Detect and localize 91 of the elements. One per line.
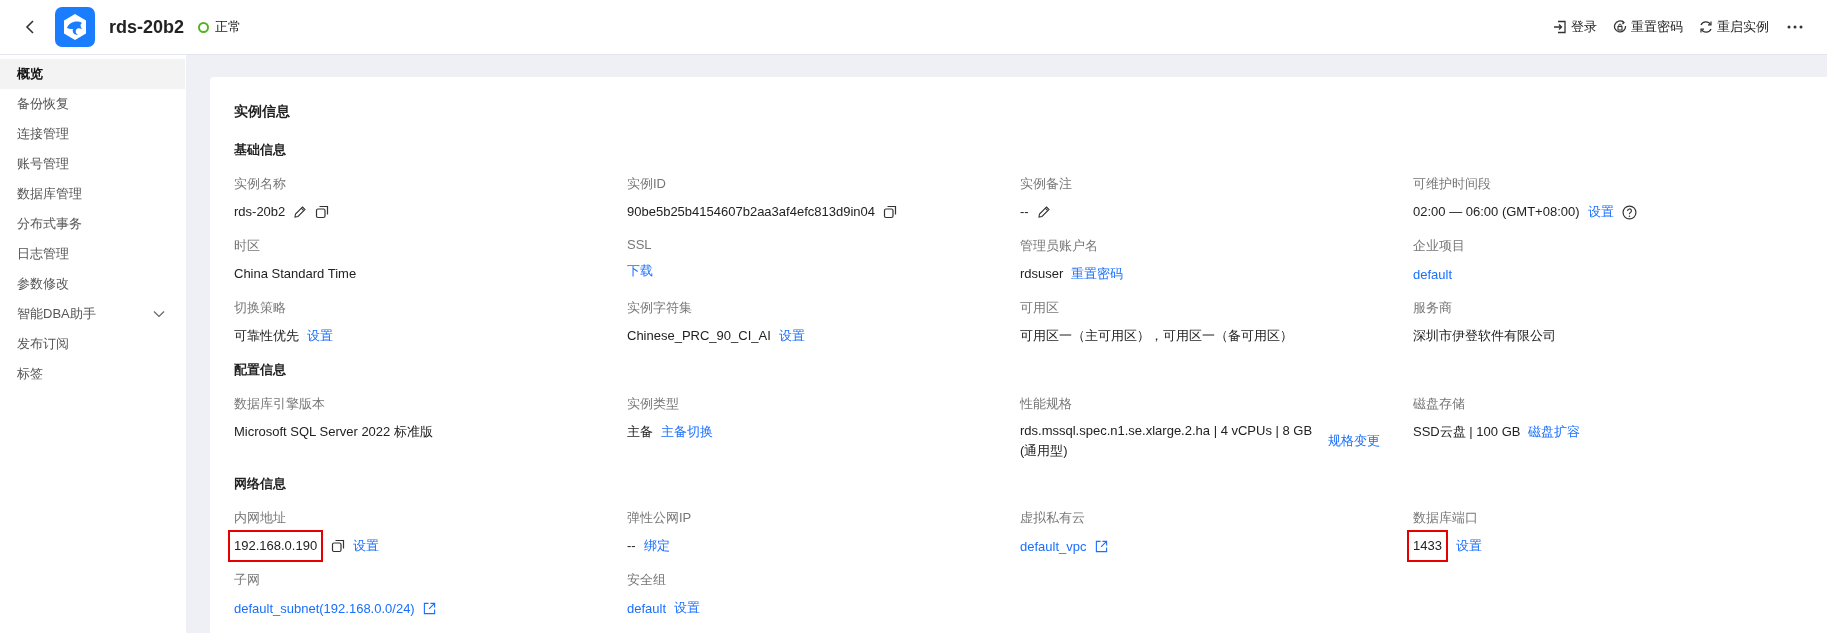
link[interactable]: 主备切换: [661, 423, 713, 441]
field-label: 磁盘存储: [1413, 395, 1466, 413]
field-label: 实例名称: [234, 175, 287, 193]
status-icon: [198, 21, 210, 33]
instance-title: rds-20b2: [109, 16, 185, 38]
field-value: Microsoft SQL Server 2022 标准版: [234, 423, 433, 441]
link[interactable]: 设置: [1455, 537, 1482, 555]
field-label: 实例字符集: [627, 299, 693, 317]
copy-icon[interactable]: [883, 205, 897, 219]
header-action-button[interactable]: 重启实例: [1699, 16, 1769, 38]
link[interactable]: 规格变更: [1328, 432, 1380, 450]
external-link-icon[interactable]: [1094, 539, 1108, 553]
field-label: 时区: [234, 237, 261, 255]
copy-icon[interactable]: [315, 205, 330, 219]
header-action-button[interactable]: 登录: [1553, 16, 1597, 38]
field-label: 安全组: [627, 571, 667, 589]
sidebar-item[interactable]: 参数修改: [0, 269, 185, 299]
field-label: 虚拟私有云: [1020, 509, 1086, 527]
field-label: 切换策略: [234, 299, 287, 317]
field-value: 02:00 — 06:00 (GMT+08:00): [1413, 203, 1580, 221]
sidebar-item[interactable]: 连接管理: [0, 119, 185, 149]
edit-icon[interactable]: [1036, 205, 1051, 219]
more-icon: [1787, 25, 1803, 29]
field-value: rds-20b2: [234, 203, 286, 221]
field-value: 可用区一（主可用区），可用区一（备可用区）: [1020, 327, 1293, 345]
copy-icon[interactable]: [331, 539, 346, 553]
sidebar-item[interactable]: 分布式事务: [0, 209, 185, 239]
field-value: rds.mssql.spec.n1.se.xlarge.2.ha | 4 vCPUs | 8 GB (通用型): [1020, 422, 1314, 460]
sidebar-item[interactable]: 概览: [0, 59, 185, 89]
link[interactable]: 设置: [353, 537, 380, 555]
field-value: --: [627, 537, 636, 555]
edit-icon[interactable]: [293, 205, 308, 219]
link[interactable]: 重置密码: [1071, 265, 1124, 283]
field-label: 管理员账户名: [1020, 237, 1099, 255]
field-value: China Standard Time: [234, 265, 357, 283]
link[interactable]: default_vpc: [1020, 538, 1087, 554]
sidebar-item[interactable]: 数据库管理: [0, 179, 185, 209]
field-value: 1433: [1407, 530, 1448, 562]
field-label: 实例类型: [627, 395, 680, 413]
field-label: 实例备注: [1020, 175, 1073, 193]
field-value: 主备: [627, 423, 653, 441]
field-label: 数据库端口: [1413, 509, 1479, 527]
header-action-button[interactable]: 重置密码: [1613, 16, 1683, 38]
field-value: 90be5b25b4154607b2aa3af4efc813d9in04: [627, 203, 875, 221]
sidebar-item[interactable]: 标签: [0, 359, 185, 389]
field-label: 内网地址: [234, 509, 287, 527]
link[interactable]: default_subnet(192.168.0.0/24): [234, 600, 415, 616]
help-icon[interactable]: [1621, 204, 1637, 220]
field-value: SSD云盘 | 100 GB: [1413, 423, 1521, 441]
link[interactable]: 设置: [778, 327, 805, 345]
field-label: 实例ID: [627, 175, 667, 193]
field-label: 数据库引擎版本: [234, 395, 326, 413]
link[interactable]: 磁盘扩容: [1528, 423, 1581, 441]
field-label: 子网: [234, 571, 261, 589]
field-label: 可维护时间段: [1413, 175, 1492, 193]
link[interactable]: 下载: [627, 262, 653, 280]
field-value: rdsuser: [1020, 265, 1064, 283]
link[interactable]: 设置: [307, 327, 333, 345]
sidebar-item[interactable]: 账号管理: [0, 149, 185, 179]
lock-reset-icon: [1613, 20, 1627, 34]
external-link-icon[interactable]: [422, 601, 436, 615]
link[interactable]: 绑定: [643, 537, 670, 555]
field-label: SSL: [627, 237, 653, 252]
field-label: 弹性公网IP: [627, 509, 693, 527]
field-label: 服务商: [1413, 299, 1453, 317]
link[interactable]: 设置: [674, 599, 701, 617]
sidebar-item[interactable]: 发布订阅: [0, 329, 185, 359]
field-value: 192.168.0.190: [228, 530, 324, 562]
sidebar-item[interactable]: 智能DBA助手: [0, 299, 185, 329]
link[interactable]: default: [1413, 266, 1453, 282]
section-title: 配置信息: [234, 361, 287, 379]
section-title: 网络信息: [234, 475, 287, 493]
field-label: 可用区: [1020, 299, 1060, 317]
sidebar-item[interactable]: 日志管理: [0, 239, 185, 269]
sidebar-item[interactable]: 备份恢复: [0, 89, 185, 119]
dolphin-logo-icon: [55, 7, 95, 47]
chevron-icon: [153, 310, 165, 318]
card-title: 实例信息: [234, 103, 291, 121]
field-value: Chinese_PRC_90_CI_AI: [627, 327, 771, 345]
field-label: 企业项目: [1413, 237, 1466, 255]
field-value: --: [1020, 203, 1029, 221]
link[interactable]: default: [627, 600, 667, 616]
login-icon: [1553, 20, 1567, 34]
restart-icon: [1699, 20, 1713, 34]
back-icon[interactable]: [24, 19, 36, 35]
section-title: 基础信息: [234, 141, 287, 159]
field-label: 性能规格: [1020, 395, 1073, 413]
status-text: 正常: [215, 18, 242, 36]
link[interactable]: 设置: [1587, 203, 1614, 221]
field-value: 深圳市伊登软件有限公司: [1413, 327, 1556, 345]
field-value: 可靠性优先: [234, 327, 299, 345]
